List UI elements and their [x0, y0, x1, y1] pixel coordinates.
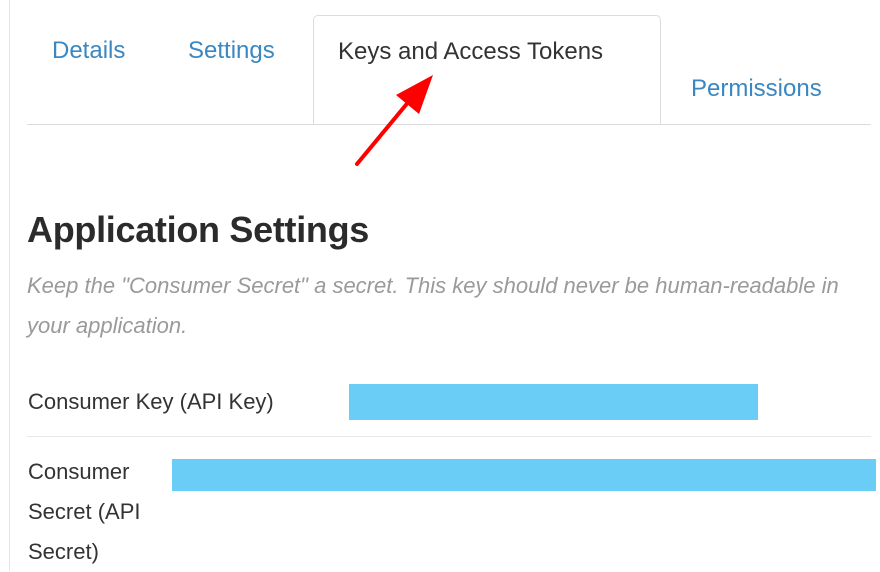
consumer-key-label: Consumer Key (API Key) [28, 389, 274, 414]
secret-warning-text: Keep the "Consumer Secret" a secret. Thi… [27, 273, 839, 338]
tab-permissions[interactable]: Permissions [691, 75, 822, 103]
content-left-border [9, 0, 10, 571]
red-arrow-annotation [355, 75, 433, 166]
tab-settings[interactable]: Settings [188, 37, 275, 65]
consumer-secret-label: Consumer Secret (API Secret) [28, 459, 141, 564]
tab-keys-and-access-tokens-label: Keys and Access Tokens [338, 38, 604, 65]
page-title: Application Settings [27, 209, 370, 250]
row-divider [27, 436, 871, 437]
tab-details[interactable]: Details [52, 37, 125, 65]
consumer-key-value-redacted [349, 384, 758, 420]
arrow-shaft [355, 98, 412, 166]
consumer-secret-value-redacted [172, 459, 876, 491]
